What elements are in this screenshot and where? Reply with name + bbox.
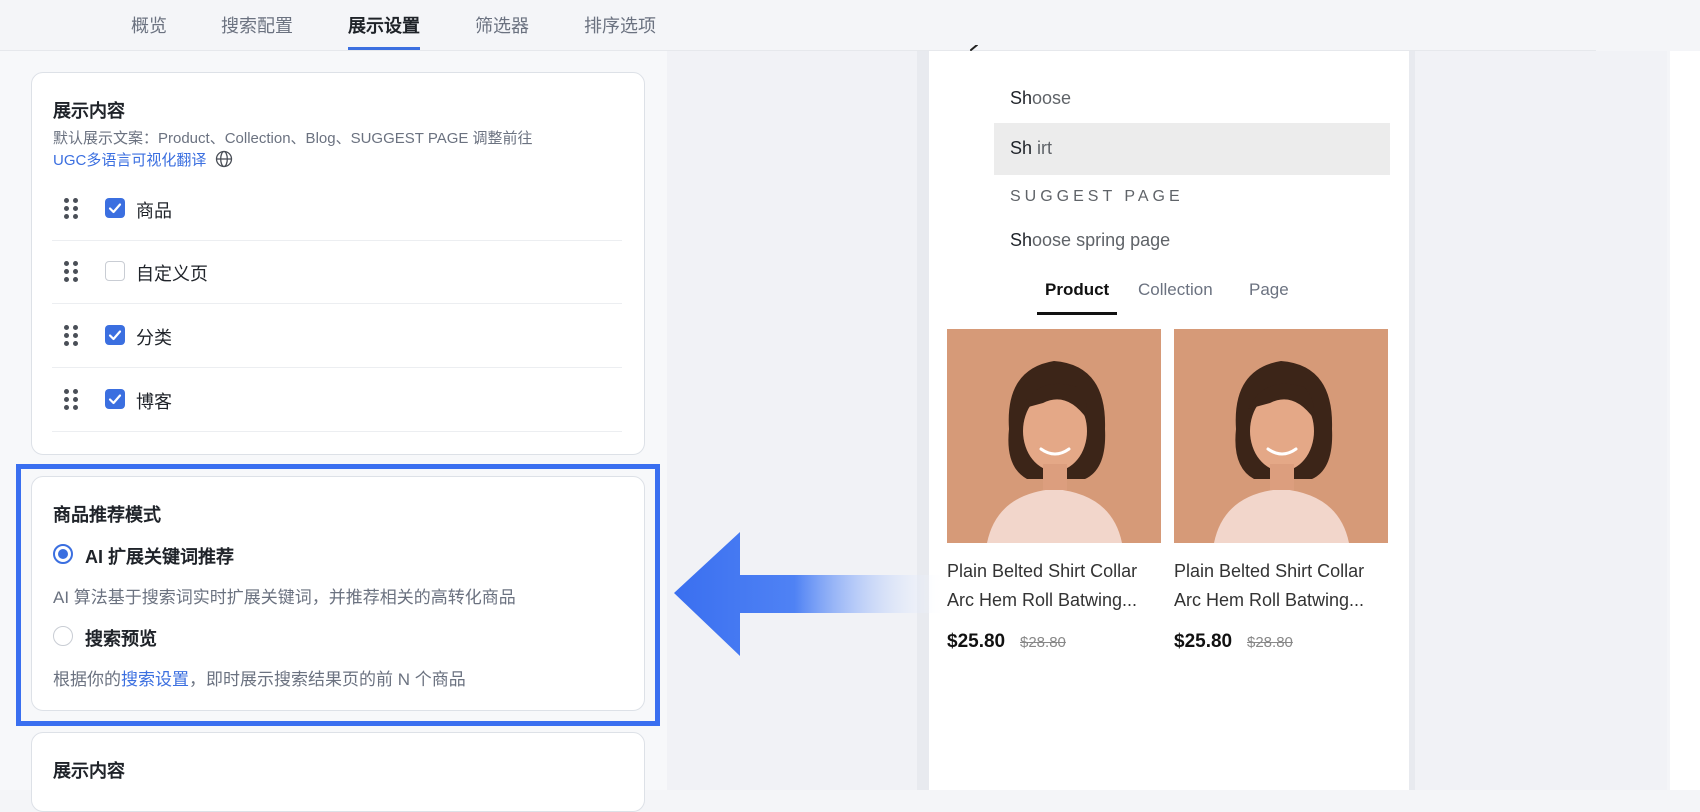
active-tab-indicator	[1037, 312, 1117, 315]
preview-tab-collection[interactable]: Collection	[1138, 280, 1213, 300]
checkbox-product[interactable]	[105, 198, 125, 218]
card-title: 展示内容	[53, 101, 125, 121]
content-item-row: 商品	[52, 178, 622, 241]
suggestion-rest: oose spring page	[1032, 230, 1171, 250]
tab-sort-options[interactable]: 排序选项	[584, 12, 656, 50]
topbar-spacer	[1596, 0, 1700, 50]
product-old-price: $28.80	[1247, 634, 1293, 651]
drag-handle-icon[interactable]	[64, 261, 78, 283]
preview-tab-product[interactable]: Product	[1045, 280, 1109, 300]
translation-link-row: UGC多语言可视化翻译	[53, 149, 233, 170]
product-title-line: Arc Hem Roll Batwing...	[947, 590, 1138, 610]
drag-handle-icon[interactable]	[64, 198, 78, 220]
globe-icon[interactable]	[215, 150, 233, 168]
tab-display-settings[interactable]: 展示设置	[348, 12, 420, 50]
content-item-row: 博客	[52, 369, 622, 432]
product-photo	[1174, 329, 1388, 543]
display-content-card: 展示内容 默认展示文案：Product、Collection、Blog、SUGG…	[31, 72, 645, 455]
preview-divider	[1409, 51, 1415, 790]
back-arrow-icon[interactable]	[968, 45, 982, 57]
suggestion-rest: irt	[1032, 138, 1053, 158]
page-suggestion-item[interactable]: Shoose spring page	[1010, 230, 1170, 251]
product-image[interactable]	[947, 329, 1161, 543]
content-item-row: 自定义页	[52, 241, 622, 304]
preview-divider	[917, 51, 929, 790]
suggestion-match: Sh	[1010, 230, 1033, 250]
content-item-label: 自定义页	[136, 264, 208, 284]
product-price: $25.80	[947, 631, 1006, 652]
checkbox-collection[interactable]	[105, 325, 125, 345]
tab-overview[interactable]: 概览	[131, 12, 167, 50]
product-title-line: Plain Belted Shirt Collar	[947, 561, 1138, 581]
display-content-card-2: 展示内容	[31, 732, 645, 812]
suggestion-match: Sh	[1010, 138, 1033, 158]
content-item-label: 博客	[136, 392, 172, 412]
card-title: 展示内容	[53, 761, 125, 781]
left-arrow-icon	[674, 532, 942, 656]
tab-filters[interactable]: 筛选器	[475, 12, 529, 50]
checkbox-custom-page[interactable]	[105, 261, 125, 281]
suggestion-match: Sh	[1010, 88, 1033, 108]
preview-tab-page[interactable]: Page	[1249, 280, 1289, 300]
translation-link[interactable]: UGC多语言可视化翻译	[53, 152, 206, 169]
suggestion-item[interactable]: Sh irt	[1010, 138, 1052, 159]
product-image[interactable]	[1174, 329, 1388, 543]
card-description: 默认展示文案：Product、Collection、Blog、SUGGEST P…	[53, 130, 533, 147]
top-tab-bar: 概览 搜索配置 展示设置 筛选器 排序选项	[0, 0, 1596, 51]
product-title-line: Plain Belted Shirt Collar	[1174, 561, 1365, 581]
product-old-price: $28.80	[1020, 634, 1066, 651]
check-icon	[108, 203, 122, 214]
suggestion-rest: oose	[1032, 88, 1072, 108]
suggestion-item[interactable]: Shoose	[1010, 88, 1071, 109]
product-photo	[947, 329, 1161, 543]
product-title-line: Arc Hem Roll Batwing...	[1174, 590, 1365, 610]
suggestion-hover-bg	[994, 123, 1390, 175]
drag-handle-icon[interactable]	[64, 325, 78, 347]
product-title[interactable]: Plain Belted Shirt Collar Arc Hem Roll B…	[947, 557, 1161, 615]
product-title[interactable]: Plain Belted Shirt Collar Arc Hem Roll B…	[1174, 557, 1388, 615]
content-item-label: 分类	[136, 328, 172, 348]
drag-handle-icon[interactable]	[64, 389, 78, 411]
suggest-page-header: SUGGEST PAGE	[1010, 188, 1184, 205]
content-item-row: 分类	[52, 305, 622, 368]
checkbox-blog[interactable]	[105, 389, 125, 409]
right-gutter	[1670, 51, 1700, 790]
product-price: $25.80	[1174, 631, 1233, 652]
content-item-label: 商品	[136, 201, 172, 221]
check-icon	[108, 394, 122, 405]
tab-search-config[interactable]: 搜索配置	[221, 12, 293, 50]
highlight-frame	[16, 464, 660, 726]
check-icon	[108, 330, 122, 341]
